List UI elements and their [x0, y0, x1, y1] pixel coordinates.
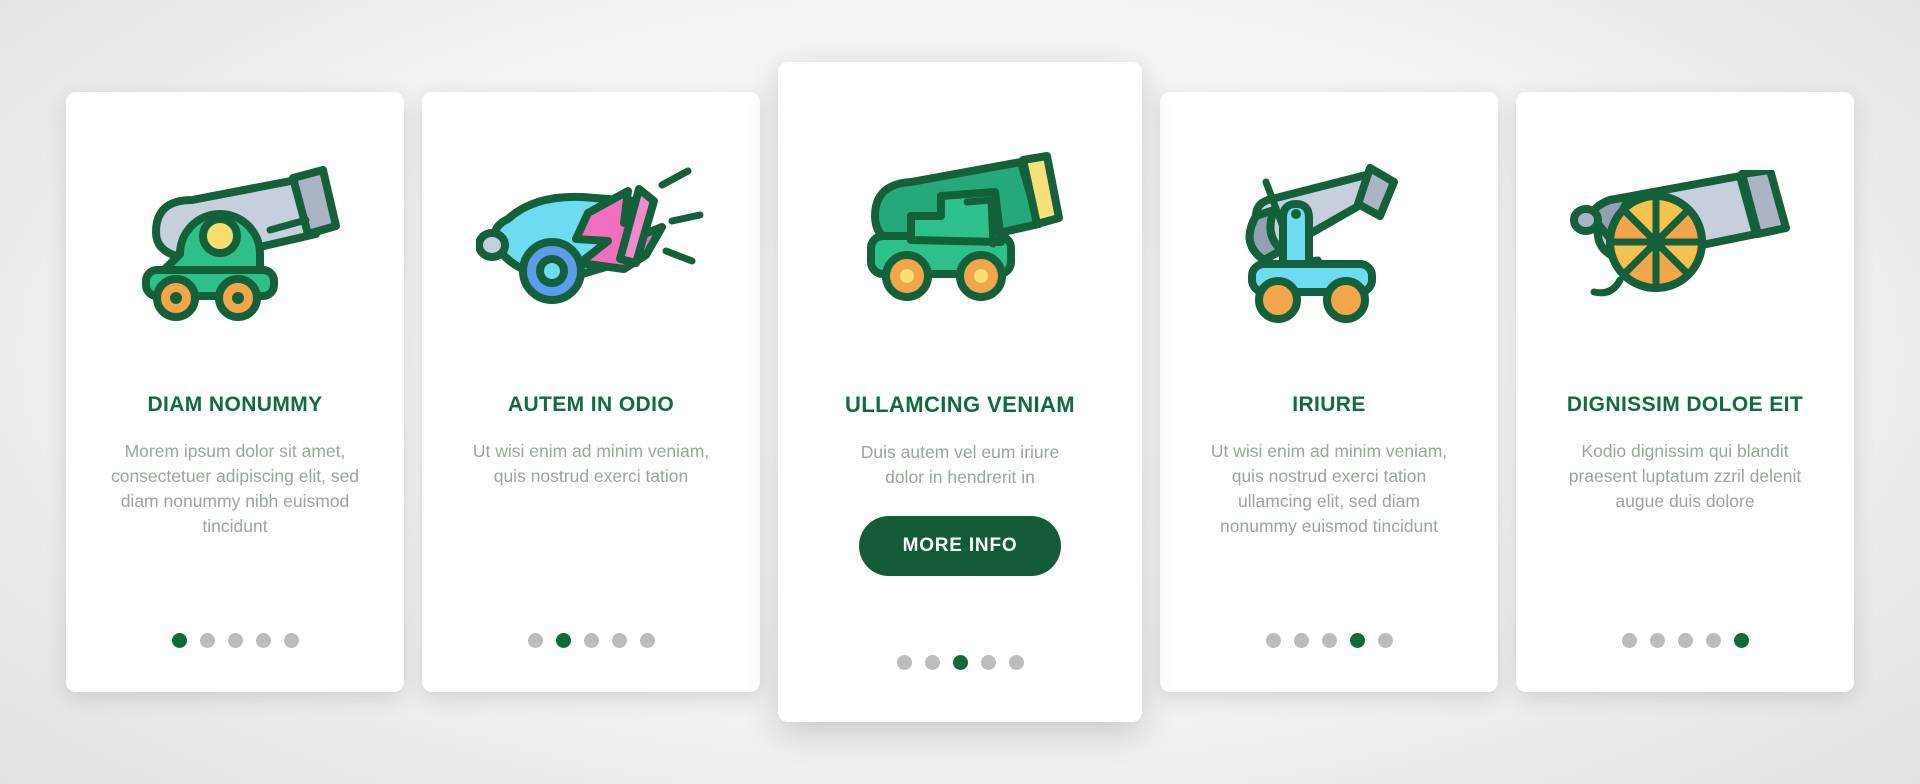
pagination-dot[interactable]	[639, 633, 655, 648]
pagination-dot[interactable]	[1621, 633, 1637, 648]
pagination-dot[interactable]	[255, 633, 271, 648]
pagination-dot[interactable]	[1377, 633, 1393, 648]
card-title: AUTEM IN ODIO	[507, 393, 675, 416]
pagination-dot[interactable]	[1265, 633, 1281, 648]
cannon-green-cart-icon	[808, 62, 1112, 392]
card-body-text: Morem ipsum dolor sit amet, consectetuer…	[110, 441, 360, 536]
pagination-dots	[778, 655, 1142, 670]
pagination-dot-active[interactable]	[952, 655, 968, 670]
onboarding-screens-container: DIAM NONUMMY Morem ipsum dolor sit amet, …	[0, 0, 1920, 784]
cannon-firing-blast-icon	[448, 92, 734, 392]
pagination-dot[interactable]	[1293, 633, 1309, 648]
pagination-dot[interactable]	[1705, 633, 1721, 648]
onboarding-card-4[interactable]: IRIURE Ut wisi enim ad minim veniam, quis…	[1160, 92, 1498, 692]
pagination-dot-active[interactable]	[1349, 633, 1365, 648]
card-body-text: Ut wisi enim ad minim veniam, quis nostr…	[472, 441, 710, 487]
pagination-dots	[422, 633, 760, 648]
mortar-tripod-icon	[1186, 92, 1472, 392]
card-title: IRIURE	[1292, 393, 1366, 416]
pagination-dot-active[interactable]	[171, 633, 187, 648]
pagination-dot[interactable]	[199, 633, 215, 648]
card-title: DIAM NONUMMY	[147, 393, 323, 416]
pagination-dot[interactable]	[527, 633, 543, 648]
pagination-dot[interactable]	[1321, 633, 1337, 648]
onboarding-card-3[interactable]: ULLAMCING VENIAM Duis autem vel eum iriur…	[778, 62, 1142, 722]
more-info-button[interactable]: MORE INFO	[858, 516, 1062, 577]
pagination-dot[interactable]	[227, 633, 243, 648]
pagination-dot[interactable]	[924, 655, 940, 670]
card-body-text: Ut wisi enim ad minim veniam, quis nostr…	[1210, 441, 1448, 536]
pagination-dots	[1516, 633, 1854, 648]
pagination-dots	[66, 633, 404, 648]
cannon-spoked-wheel-icon	[1542, 92, 1828, 392]
onboarding-card-5[interactable]: DIGNISSIM DOLOE EIT Kodio dignissim qui b…	[1516, 92, 1854, 692]
onboarding-card-2[interactable]: AUTEM IN ODIO Ut wisi enim ad minim venia…	[422, 92, 760, 692]
onboarding-card-1[interactable]: DIAM NONUMMY Morem ipsum dolor sit amet, …	[66, 92, 404, 692]
pagination-dot-active[interactable]	[555, 633, 571, 648]
card-body-text: Duis autem vel eum iriure dolor in hendr…	[860, 442, 1060, 488]
pagination-dot[interactable]	[583, 633, 599, 648]
pagination-dot[interactable]	[980, 655, 996, 670]
pagination-dot[interactable]	[896, 655, 912, 670]
pagination-dot[interactable]	[1008, 655, 1024, 670]
pagination-dot[interactable]	[283, 633, 299, 648]
pagination-dot[interactable]	[1649, 633, 1665, 648]
card-title: ULLAMCING VENIAM	[844, 392, 1076, 417]
pagination-dots	[1160, 633, 1498, 648]
cannon-green-carriage-icon	[92, 92, 378, 392]
pagination-dot[interactable]	[611, 633, 627, 648]
pagination-dot-active[interactable]	[1733, 633, 1749, 648]
card-body-text: Kodio dignissim qui blandit praesent lup…	[1568, 441, 1802, 511]
pagination-dot[interactable]	[1677, 633, 1693, 648]
card-title: DIGNISSIM DOLOE EIT	[1566, 393, 1804, 416]
